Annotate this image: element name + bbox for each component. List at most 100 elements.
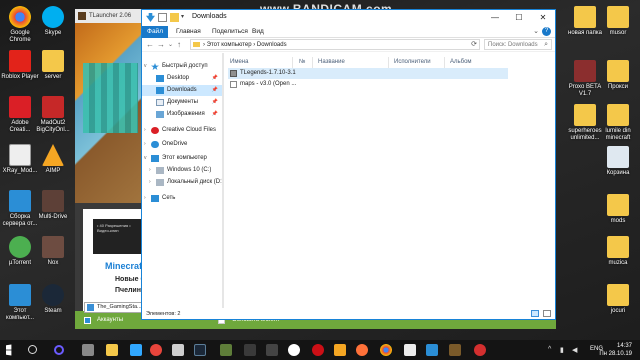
breadcrumb-downloads[interactable]: Downloads <box>257 42 287 48</box>
up-arrow-icon[interactable]: ↑ <box>177 40 181 49</box>
recent-dropdown-icon[interactable]: ⌄ <box>168 41 173 48</box>
madout-icon <box>42 96 64 118</box>
desktop-icon-aimp[interactable]: AIMP <box>33 144 73 175</box>
column-number[interactable]: № <box>299 59 305 65</box>
nav-onedrive[interactable]: › OneDrive <box>142 139 222 150</box>
desktop-icon-nox[interactable]: Nox <box>33 236 73 267</box>
tab-file[interactable]: Файл <box>142 26 168 38</box>
nav-this-pc[interactable]: v Этот компьютер <box>142 153 222 164</box>
desktop-icon-proxy[interactable]: Прокси <box>598 60 638 91</box>
address-bar[interactable]: › Этот компьютер › Downloads ⟳ <box>190 39 480 50</box>
nav-network[interactable]: › Сеть <box>142 193 222 204</box>
tab-home[interactable]: Главная <box>170 26 207 38</box>
media-player-icon[interactable] <box>288 344 300 356</box>
back-arrow-icon[interactable]: ← <box>146 40 154 49</box>
xray-icon[interactable] <box>404 344 416 356</box>
desktop-icon-recycle-bin[interactable]: Корзина <box>598 146 638 177</box>
new-folder-icon[interactable] <box>170 13 179 22</box>
tlauncher-window[interactable]: TLauncher 2.06 • 40 Разрешения • Видео-к… <box>75 9 150 329</box>
refresh-icon[interactable]: ⟳ <box>471 40 477 50</box>
explorer-icon[interactable] <box>106 344 118 356</box>
nav-desktop[interactable]: Desktop 📌 <box>142 73 222 84</box>
bandicam-icon[interactable] <box>426 344 438 356</box>
desktop-icon-lumile[interactable]: lumile din minecraft <box>598 104 638 142</box>
pin-icon[interactable]: 📌 <box>212 85 218 96</box>
large-icons-view-icon[interactable] <box>543 310 551 317</box>
desktop-icon-mods[interactable]: mods <box>598 194 638 225</box>
desktop-icon-jocuri[interactable]: jocuri <box>598 284 638 315</box>
address-row: ← → ⌄ ↑ › Этот компьютер › Downloads ⟳ П… <box>142 38 555 52</box>
gaming-station-tab[interactable]: The_GamingSta... <box>84 302 144 313</box>
minecraft-icon[interactable] <box>220 344 232 356</box>
file-row[interactable]: TLegends-1.7.10-3.1 <box>228 68 508 79</box>
chrome-icon[interactable] <box>380 344 392 356</box>
desktop-icon-multidrive[interactable]: Multi-Drive <box>33 190 73 221</box>
document-icon <box>230 81 237 88</box>
desktop-icon <box>156 75 164 82</box>
tlauncher-news-card[interactable]: • 40 Разрешения • Видео-клип Minecraft 1… <box>83 209 150 271</box>
recorder-icon[interactable] <box>474 344 486 356</box>
quick-access-dropdown-icon[interactable]: ▾ <box>181 13 190 22</box>
mail-icon[interactable] <box>172 344 184 356</box>
desktop-icon-musor[interactable]: musor <box>598 6 638 37</box>
download-arrow-icon <box>146 13 155 22</box>
column-name[interactable]: Имена <box>230 59 248 65</box>
nav-drive-c[interactable]: › Windows 10 (C:) <box>142 165 222 176</box>
folder-icon <box>42 50 64 72</box>
tlauncher-titlebar[interactable]: TLauncher 2.06 <box>75 9 150 23</box>
desktop-icon-steam[interactable]: Steam <box>33 284 73 315</box>
nav-pictures[interactable]: Изображения 📌 <box>142 109 222 120</box>
nav-creative-cloud[interactable]: › Creative Cloud Files <box>142 125 222 136</box>
aimp-icon[interactable] <box>334 344 346 356</box>
desktop-icon-madout[interactable]: MadOut2 BigCityOnl... <box>33 96 73 134</box>
desktop-icon-server[interactable]: server <box>33 50 73 81</box>
forward-arrow-icon[interactable]: → <box>157 40 165 49</box>
search-icon[interactable] <box>28 345 37 354</box>
windows-start-icon[interactable] <box>6 344 12 356</box>
firefox-icon[interactable] <box>356 344 368 356</box>
cortana-icon[interactable] <box>54 345 64 355</box>
network-icon[interactable]: ▮ <box>560 346 564 354</box>
minimize-button[interactable]: — <box>483 10 507 26</box>
details-view-icon[interactable] <box>531 310 540 317</box>
help-icon[interactable]: ? <box>542 27 551 36</box>
breadcrumb-this-pc[interactable]: Этот компьютер <box>207 42 252 48</box>
properties-icon[interactable] <box>158 13 167 22</box>
media-icon[interactable] <box>244 344 256 356</box>
tlauncher-logo-icon <box>78 12 86 20</box>
nav-downloads[interactable]: Downloads 📌 <box>142 85 222 96</box>
taskview-icon[interactable] <box>82 344 94 356</box>
column-title[interactable]: Название <box>318 59 345 65</box>
clock[interactable]: 14:37 Пн 28.10.19 <box>599 342 632 358</box>
accounts-checkbox[interactable] <box>84 317 91 324</box>
nav-quick-access[interactable]: v Быстрый доступ <box>142 61 222 72</box>
volume-icon[interactable]: ◀ <box>572 346 577 354</box>
expand-ribbon-icon[interactable]: ⌄ <box>533 27 539 35</box>
close-button[interactable]: ✕ <box>531 10 555 26</box>
desktop-icon-muzica[interactable]: muzica <box>598 236 638 267</box>
desktop-icon-skype[interactable]: Skype <box>33 6 73 37</box>
explorer-window[interactable]: ▾ Downloads — ☐ ✕ Файл Главная Поделитьс… <box>141 9 556 320</box>
aimp-icon <box>42 144 64 166</box>
steam-icon[interactable] <box>194 344 206 356</box>
explorer-titlebar[interactable]: ▾ Downloads — ☐ ✕ <box>142 10 555 26</box>
maximize-button[interactable]: ☐ <box>507 10 531 26</box>
pin-icon[interactable]: 📌 <box>212 73 218 84</box>
photoshop-icon[interactable] <box>130 344 142 356</box>
search-input[interactable]: Поиск: Downloads ⌕ <box>484 39 552 50</box>
star-icon <box>151 63 159 70</box>
tab-view[interactable]: Вид <box>246 26 270 38</box>
nav-documents[interactable]: Документы 📌 <box>142 97 222 108</box>
bullzip-icon[interactable] <box>150 344 162 356</box>
column-album[interactable]: Альбом <box>450 59 472 65</box>
pin-icon[interactable]: 📌 <box>212 109 218 120</box>
grass-block-icon[interactable] <box>449 344 461 356</box>
nav-pane-scrollbar[interactable] <box>222 53 224 308</box>
folder-icon <box>574 6 596 28</box>
opera-icon[interactable] <box>312 344 324 356</box>
pin-icon[interactable]: 📌 <box>212 97 218 108</box>
column-artists[interactable]: Исполнители <box>394 59 431 65</box>
app-icon[interactable] <box>266 344 278 356</box>
nav-drive-d[interactable]: › Локальный диск (D:) <box>142 177 224 188</box>
tray-chevron-icon[interactable]: ^ <box>548 346 551 353</box>
